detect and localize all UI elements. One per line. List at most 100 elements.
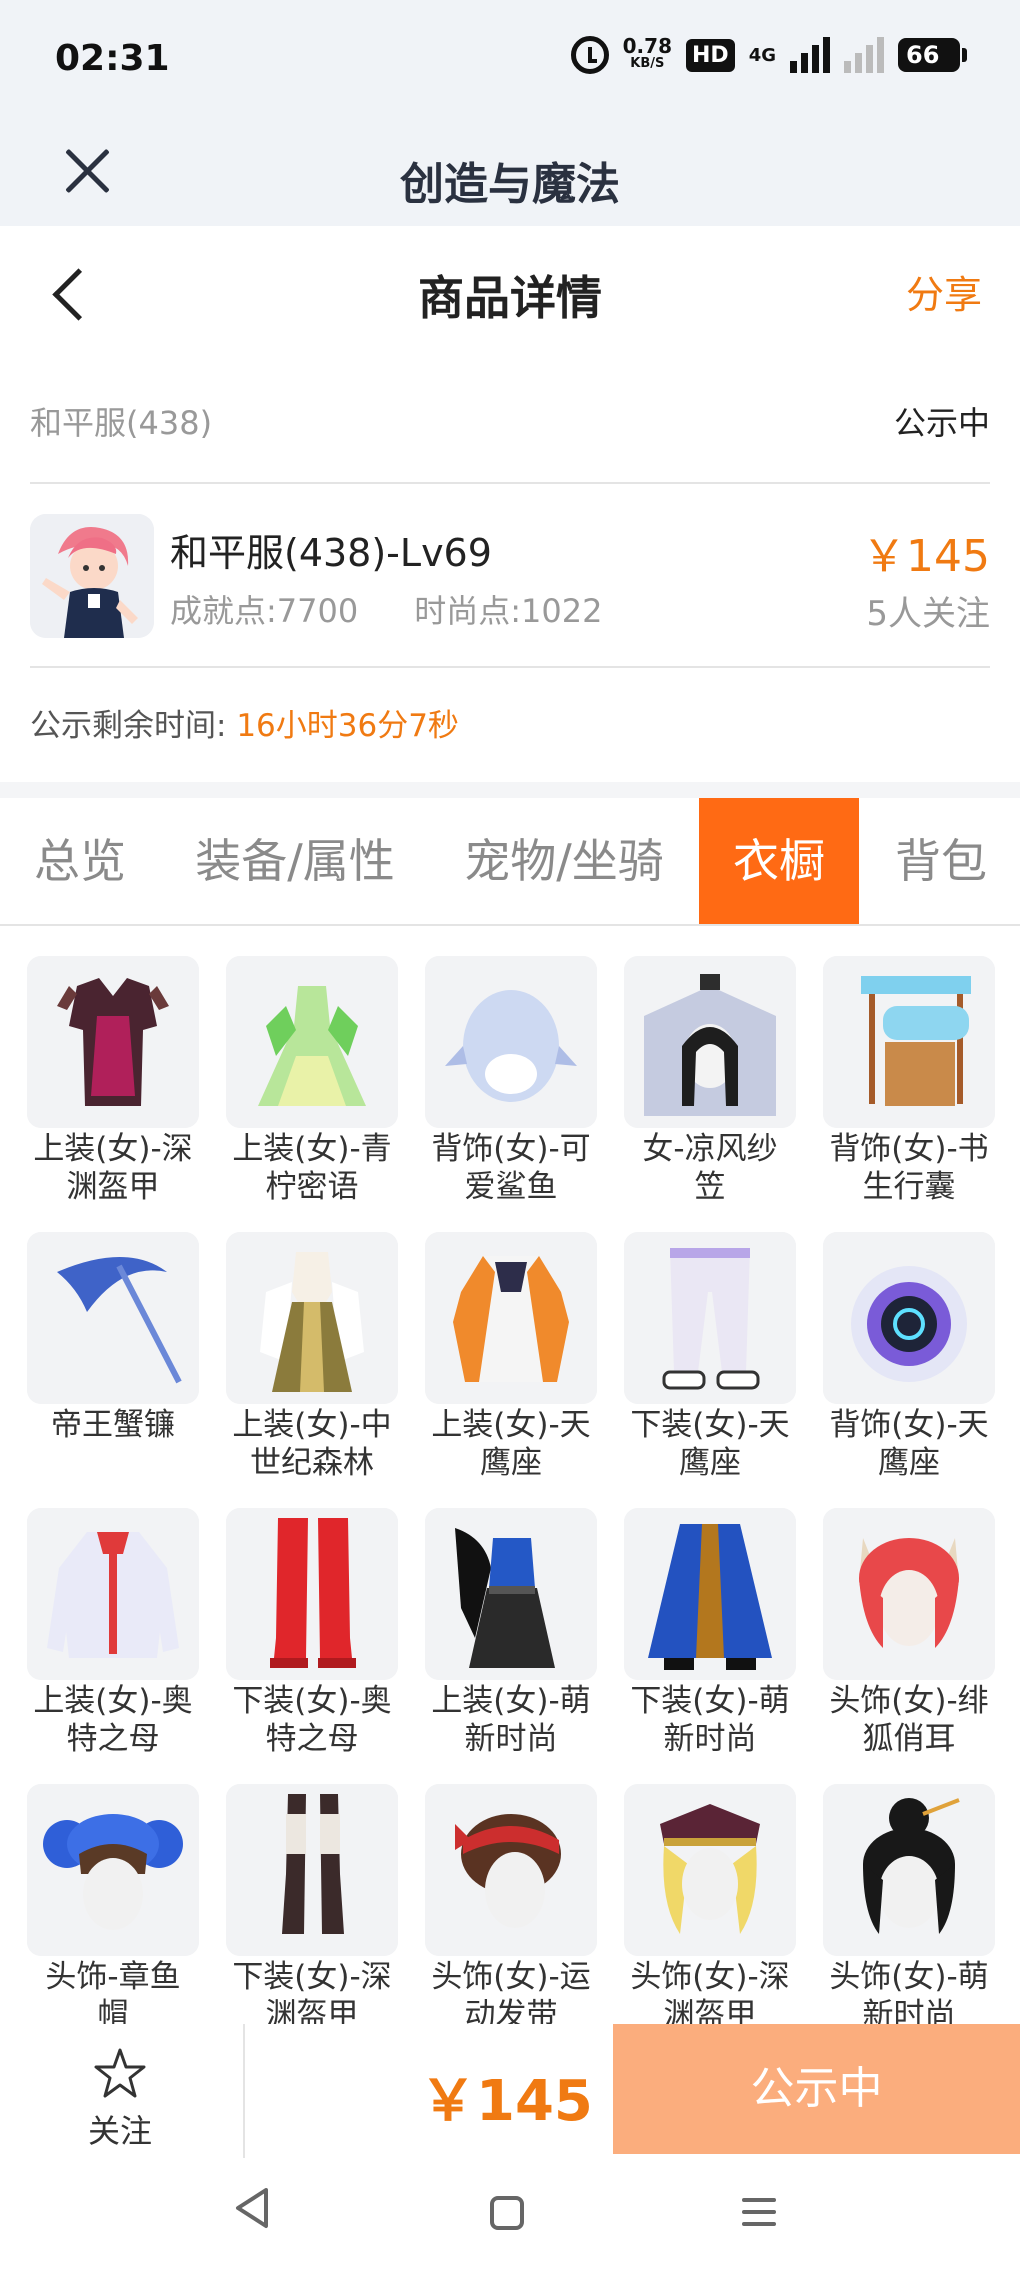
follow-button[interactable]: 关注 — [60, 2042, 180, 2150]
wardrobe-item[interactable]: 头饰-章鱼帽 — [27, 1784, 203, 2024]
boots-icon — [226, 1784, 398, 1956]
role-stats: 成就点:7700 时尚点:1022 — [170, 586, 602, 632]
wardrobe-item[interactable]: 帝王蟹镰 — [27, 1232, 203, 1444]
wardrobe-item[interactable]: 头饰(女)-深 渊盔甲 — [624, 1784, 800, 2024]
tab-wardrobe[interactable]: 衣橱 — [699, 798, 859, 924]
server-name: 和平服(438) — [30, 404, 213, 442]
dress-icon — [226, 1232, 398, 1404]
bottom-bar: 关注 ￥145 公示中 — [0, 2024, 1020, 2158]
item-name: 头饰-章鱼帽 — [45, 1959, 181, 2024]
jacket-icon — [425, 1232, 597, 1404]
item-name: 上装(女)-青 柠密语 — [232, 1131, 392, 1205]
item-name: 下装(女)-萌 新时尚 — [630, 1683, 790, 1757]
item-name: 下装(女)-深 渊盔甲 — [232, 1959, 392, 2024]
status-bar: 02:31 0.78 KB/S HD 4G 66 — [0, 0, 1020, 120]
wardrobe-item[interactable]: 下装(女)-天 鹰座 — [624, 1232, 800, 1482]
achievement-points: 成就点:7700 — [170, 592, 359, 630]
divider — [243, 2024, 245, 2158]
nav-home-icon[interactable] — [490, 2196, 524, 2230]
hat-icon — [624, 1784, 796, 1956]
share-button[interactable]: 分享 — [906, 264, 982, 319]
item-name: 头饰(女)-绯 狐俏耳 — [829, 1683, 989, 1757]
server-row: 和平服(438) 公示中 — [30, 356, 990, 484]
alarm-icon — [570, 36, 609, 74]
remaining-time: 公示剩余时间: 16小时36分7秒 — [30, 700, 459, 745]
item-name: 上装(女)-天 鹰座 — [431, 1407, 591, 1481]
shirt-icon — [27, 1508, 199, 1680]
armor-icon — [27, 956, 199, 1128]
backpack-icon — [823, 956, 995, 1128]
status-label: 公示中 — [893, 404, 990, 442]
tab-overview[interactable]: 总览 — [0, 798, 160, 924]
headband-icon — [425, 1784, 597, 1956]
nav-menu-icon[interactable] — [742, 2198, 776, 2234]
scythe-icon — [27, 1232, 199, 1404]
status-time: 02:31 — [55, 38, 170, 79]
remaining-time-value: 16小时36分7秒 — [236, 708, 459, 744]
wardrobe-item[interactable]: 下装(女)-深 渊盔甲 — [226, 1784, 402, 2024]
system-nav-bar — [0, 2158, 1020, 2280]
wardrobe-item[interactable]: 上装(女)-青 柠密语 — [226, 956, 402, 1206]
item-name: 头饰(女)-运 动发带 — [431, 1959, 591, 2024]
nav-back-icon[interactable] — [232, 2186, 272, 2230]
bottom-price: ￥145 — [420, 2069, 593, 2134]
item-name: 背饰(女)-天 鹰座 — [829, 1407, 989, 1481]
section-gap — [0, 782, 1020, 798]
item-name: 背饰(女)-书 生行囊 — [829, 1131, 989, 1205]
star-icon — [94, 2048, 146, 2098]
wardrobe-item[interactable]: 上装(女)-中 世纪森林 — [226, 1232, 402, 1482]
page-title: 商品详情 — [418, 271, 602, 325]
boots-icon — [226, 1508, 398, 1680]
item-name: 背饰(女)-可 爱鲨鱼 — [431, 1131, 591, 1205]
dress-icon — [226, 956, 398, 1128]
item-name: 上装(女)-中 世纪森林 — [232, 1407, 392, 1481]
fashion-points: 时尚点:1022 — [414, 592, 603, 630]
wardrobe-grid: 上装(女)-深 渊盔甲 上装(女)-青 柠密语 背饰(女)-可 爱鲨鱼 女-凉风… — [0, 928, 1020, 2024]
tab-backpack[interactable]: 背包 — [862, 798, 1020, 924]
tab-pets[interactable]: 宠物/坐骑 — [448, 798, 680, 924]
wardrobe-item[interactable]: 女-凉风纱笠 — [624, 956, 800, 1206]
item-name: 头饰(女)-深 渊盔甲 — [630, 1959, 790, 2024]
avatar — [30, 514, 154, 638]
pants-icon — [624, 1232, 796, 1404]
follow-count: 5人关注 — [866, 594, 990, 634]
wardrobe-item[interactable]: 上装(女)-奥 特之母 — [27, 1508, 203, 1758]
helmet-icon — [823, 1232, 995, 1404]
wardrobe-item[interactable]: 头饰(女)-运 动发带 — [425, 1784, 601, 2024]
wardrobe-item[interactable]: 背饰(女)-可 爱鲨鱼 — [425, 956, 601, 1206]
wardrobe-item[interactable]: 背饰(女)-天 鹰座 — [823, 1232, 999, 1482]
hd-icon: HD — [686, 38, 735, 72]
item-name: 头饰(女)-萌 新时尚 — [829, 1959, 989, 2024]
app-bar: 创造与魔法 — [0, 120, 1020, 226]
public-status-button[interactable]: 公示中 — [613, 2024, 1020, 2154]
wardrobe-item[interactable]: 上装(女)-天 鹰座 — [425, 1232, 601, 1482]
battery-icon: 66 — [898, 38, 967, 72]
app-title: 创造与魔法 — [400, 159, 620, 210]
follow-label: 关注 — [87, 2112, 152, 2150]
net-speed: 0.78 KB/S — [622, 34, 672, 71]
octopus-hat-icon — [27, 1784, 199, 1956]
skirt-icon — [624, 1508, 796, 1680]
tab-bar: 总览 装备/属性 宠物/坐骑 衣橱 背包 — [0, 798, 1020, 926]
hair-bun-icon — [823, 1784, 995, 1956]
product-info: 和平服(438) 公示中 和平服(438)-Lv69 成就点:7700 时尚点:… — [0, 356, 1020, 782]
price: ￥145 — [862, 531, 990, 582]
item-name: 上装(女)-奥 特之母 — [33, 1683, 193, 1757]
veil-hat-icon — [624, 956, 796, 1128]
item-name: 帝王蟹镰 — [51, 1407, 175, 1443]
wardrobe-item[interactable]: 下装(女)-奥 特之母 — [226, 1508, 402, 1758]
role-name: 和平服(438)-Lv69 — [170, 531, 492, 575]
signal-icon — [790, 37, 830, 73]
wardrobe-item[interactable]: 上装(女)-深 渊盔甲 — [27, 956, 203, 1206]
wardrobe-item[interactable]: 下装(女)-萌 新时尚 — [624, 1508, 800, 1758]
role-row[interactable]: 和平服(438)-Lv69 成就点:7700 时尚点:1022 ￥145 5人关… — [30, 486, 990, 668]
item-name: 上装(女)-深 渊盔甲 — [33, 1131, 193, 1205]
wardrobe-item[interactable]: 背饰(女)-书 生行囊 — [823, 956, 999, 1206]
item-name: 下装(女)-奥 特之母 — [232, 1683, 392, 1757]
wardrobe-item[interactable]: 头饰(女)-绯 狐俏耳 — [823, 1508, 999, 1758]
shark-icon — [425, 956, 597, 1128]
item-name: 下装(女)-天 鹰座 — [630, 1407, 790, 1481]
wardrobe-item[interactable]: 上装(女)-萌 新时尚 — [425, 1508, 601, 1758]
tab-equipment[interactable]: 装备/属性 — [180, 798, 410, 924]
wardrobe-item[interactable]: 头饰(女)-萌 新时尚 — [823, 1784, 999, 2024]
